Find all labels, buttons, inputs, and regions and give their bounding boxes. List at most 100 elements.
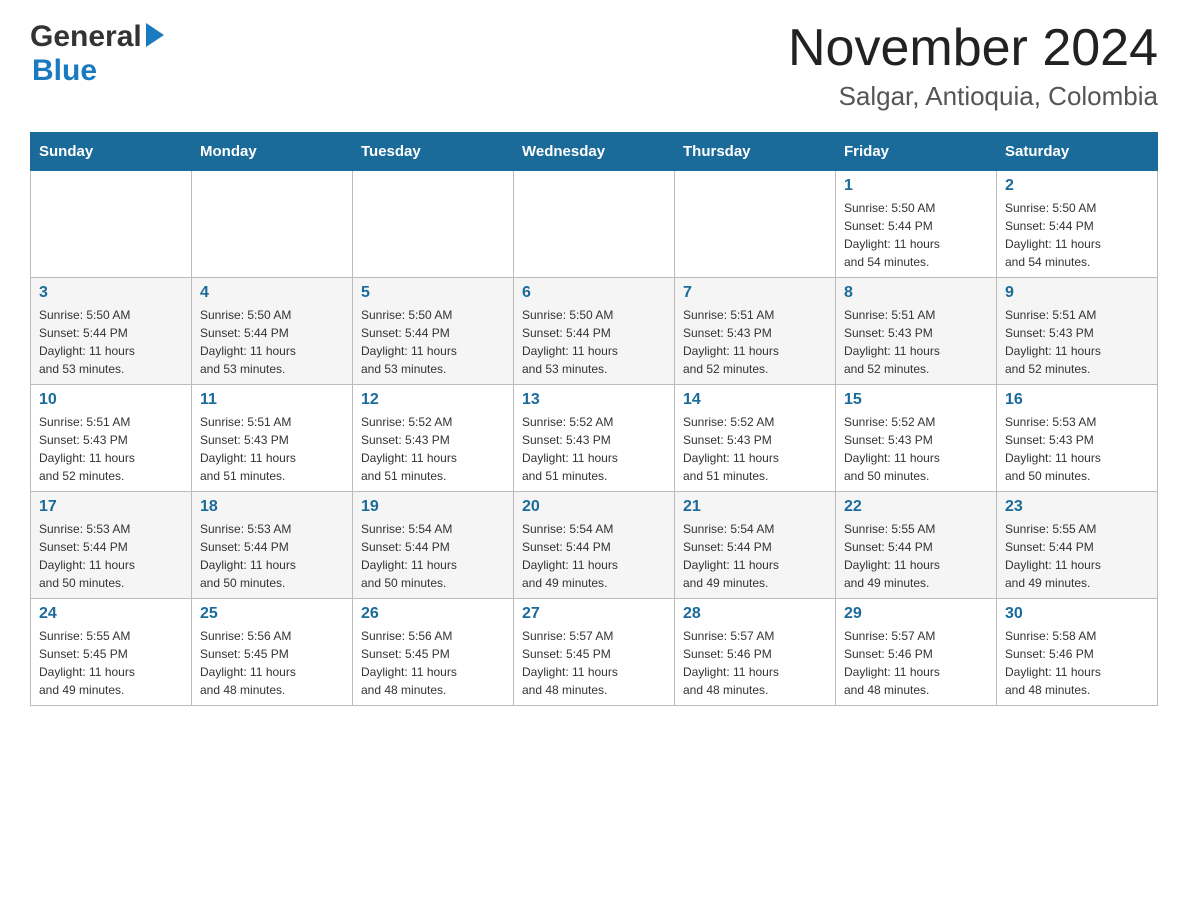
calendar-day-cell xyxy=(192,171,353,278)
calendar-day-cell: 25Sunrise: 5:56 AMSunset: 5:45 PMDayligh… xyxy=(192,599,353,706)
logo-general-text: General xyxy=(30,20,142,54)
day-number: 1 xyxy=(844,177,988,195)
day-info: Sunrise: 5:57 AMSunset: 5:46 PMDaylight:… xyxy=(844,627,988,699)
calendar-body: 1 Sunrise: 5:50 AMSunset: 5:44 PMDaylight… xyxy=(31,171,1158,706)
day-number: 17 xyxy=(39,498,183,516)
calendar-weekday-header: Monday xyxy=(192,133,353,171)
day-number: 8 xyxy=(844,284,988,302)
day-number: 3 xyxy=(39,284,183,302)
calendar-day-cell: 6 Sunrise: 5:50 AMSunset: 5:44 PMDaylight… xyxy=(514,278,675,385)
calendar-day-cell: 19 Sunrise: 5:54 AMSunset: 5:44 PMDayligh… xyxy=(353,492,514,599)
day-number: 16 xyxy=(1005,391,1149,409)
day-info: Sunrise: 5:53 AMSunset: 5:44 PMDaylight:… xyxy=(39,520,183,592)
calendar-table: SundayMondayTuesdayWednesdayThursdayFrid… xyxy=(30,132,1158,706)
calendar-day-cell: 13 Sunrise: 5:52 AMSunset: 5:43 PMDayligh… xyxy=(514,385,675,492)
day-number: 21 xyxy=(683,498,827,516)
calendar-day-cell: 21 Sunrise: 5:54 AMSunset: 5:44 PMDayligh… xyxy=(675,492,836,599)
day-number: 10 xyxy=(39,391,183,409)
day-info: Sunrise: 5:55 AMSunset: 5:44 PMDaylight:… xyxy=(1005,520,1149,592)
day-info: Sunrise: 5:57 AMSunset: 5:45 PMDaylight:… xyxy=(522,627,666,699)
calendar-day-cell: 26Sunrise: 5:56 AMSunset: 5:45 PMDayligh… xyxy=(353,599,514,706)
day-info: Sunrise: 5:50 AMSunset: 5:44 PMDaylight:… xyxy=(844,199,988,271)
calendar-day-cell: 11Sunrise: 5:51 AMSunset: 5:43 PMDayligh… xyxy=(192,385,353,492)
day-number: 13 xyxy=(522,391,666,409)
day-info: Sunrise: 5:53 AMSunset: 5:43 PMDaylight:… xyxy=(1005,413,1149,485)
day-number: 27 xyxy=(522,605,666,623)
calendar-week-row: 3 Sunrise: 5:50 AMSunset: 5:44 PMDaylight… xyxy=(31,278,1158,385)
logo-blue-text: Blue xyxy=(32,54,97,88)
calendar-weekday-header: Wednesday xyxy=(514,133,675,171)
day-number: 5 xyxy=(361,284,505,302)
day-info: Sunrise: 5:55 AMSunset: 5:45 PMDaylight:… xyxy=(39,627,183,699)
day-number: 22 xyxy=(844,498,988,516)
calendar-day-cell: 15 Sunrise: 5:52 AMSunset: 5:43 PMDayligh… xyxy=(836,385,997,492)
calendar-day-cell: 29 Sunrise: 5:57 AMSunset: 5:46 PMDayligh… xyxy=(836,599,997,706)
day-number: 15 xyxy=(844,391,988,409)
calendar-day-cell: 5Sunrise: 5:50 AMSunset: 5:44 PMDaylight… xyxy=(353,278,514,385)
logo: General Blue xyxy=(30,20,164,88)
calendar-day-cell: 12 Sunrise: 5:52 AMSunset: 5:43 PMDayligh… xyxy=(353,385,514,492)
calendar-day-cell: 18 Sunrise: 5:53 AMSunset: 5:44 PMDayligh… xyxy=(192,492,353,599)
calendar-weekday-header: Thursday xyxy=(675,133,836,171)
calendar-weekday-header: Friday xyxy=(836,133,997,171)
calendar-weekday-header: Saturday xyxy=(997,133,1158,171)
day-info: Sunrise: 5:52 AMSunset: 5:43 PMDaylight:… xyxy=(844,413,988,485)
day-info: Sunrise: 5:55 AMSunset: 5:44 PMDaylight:… xyxy=(844,520,988,592)
day-number: 24 xyxy=(39,605,183,623)
calendar-week-row: 24 Sunrise: 5:55 AMSunset: 5:45 PMDayligh… xyxy=(31,599,1158,706)
calendar-day-cell: 4Sunrise: 5:50 AMSunset: 5:44 PMDaylight… xyxy=(192,278,353,385)
day-number: 23 xyxy=(1005,498,1149,516)
location-title: Salgar, Antioquia, Colombia xyxy=(788,81,1158,112)
calendar-weekday-header: Tuesday xyxy=(353,133,514,171)
day-info: Sunrise: 5:50 AMSunset: 5:44 PMDaylight:… xyxy=(522,306,666,378)
calendar-day-cell xyxy=(353,171,514,278)
day-info: Sunrise: 5:53 AMSunset: 5:44 PMDaylight:… xyxy=(200,520,344,592)
day-number: 18 xyxy=(200,498,344,516)
header: General Blue November 2024 Salgar, Antio… xyxy=(30,20,1158,112)
day-info: Sunrise: 5:58 AMSunset: 5:46 PMDaylight:… xyxy=(1005,627,1149,699)
day-number: 12 xyxy=(361,391,505,409)
month-title: November 2024 xyxy=(788,20,1158,77)
calendar-day-cell xyxy=(675,171,836,278)
day-info: Sunrise: 5:54 AMSunset: 5:44 PMDaylight:… xyxy=(361,520,505,592)
calendar-day-cell: 23 Sunrise: 5:55 AMSunset: 5:44 PMDayligh… xyxy=(997,492,1158,599)
day-number: 28 xyxy=(683,605,827,623)
day-number: 20 xyxy=(522,498,666,516)
day-info: Sunrise: 5:51 AMSunset: 5:43 PMDaylight:… xyxy=(200,413,344,485)
calendar-week-row: 10 Sunrise: 5:51 AMSunset: 5:43 PMDayligh… xyxy=(31,385,1158,492)
calendar-day-cell: 28 Sunrise: 5:57 AMSunset: 5:46 PMDayligh… xyxy=(675,599,836,706)
day-info: Sunrise: 5:50 AMSunset: 5:44 PMDaylight:… xyxy=(39,306,183,378)
day-number: 30 xyxy=(1005,605,1149,623)
calendar-day-cell: 27 Sunrise: 5:57 AMSunset: 5:45 PMDayligh… xyxy=(514,599,675,706)
calendar-header-row: SundayMondayTuesdayWednesdayThursdayFrid… xyxy=(31,133,1158,171)
calendar-day-cell: 1 Sunrise: 5:50 AMSunset: 5:44 PMDaylight… xyxy=(836,171,997,278)
day-number: 14 xyxy=(683,391,827,409)
day-info: Sunrise: 5:50 AMSunset: 5:44 PMDaylight:… xyxy=(1005,199,1149,271)
calendar-day-cell: 17 Sunrise: 5:53 AMSunset: 5:44 PMDayligh… xyxy=(31,492,192,599)
day-number: 19 xyxy=(361,498,505,516)
logo-arrow-icon xyxy=(146,23,164,47)
day-number: 29 xyxy=(844,605,988,623)
calendar-day-cell: 20Sunrise: 5:54 AMSunset: 5:44 PMDayligh… xyxy=(514,492,675,599)
calendar-day-cell: 22 Sunrise: 5:55 AMSunset: 5:44 PMDayligh… xyxy=(836,492,997,599)
day-number: 6 xyxy=(522,284,666,302)
day-number: 25 xyxy=(200,605,344,623)
day-info: Sunrise: 5:50 AMSunset: 5:44 PMDaylight:… xyxy=(200,306,344,378)
calendar-week-row: 1 Sunrise: 5:50 AMSunset: 5:44 PMDaylight… xyxy=(31,171,1158,278)
calendar-day-cell: 16 Sunrise: 5:53 AMSunset: 5:43 PMDayligh… xyxy=(997,385,1158,492)
calendar-day-cell: 7Sunrise: 5:51 AMSunset: 5:43 PMDaylight… xyxy=(675,278,836,385)
calendar-day-cell: 8Sunrise: 5:51 AMSunset: 5:43 PMDaylight… xyxy=(836,278,997,385)
day-info: Sunrise: 5:52 AMSunset: 5:43 PMDaylight:… xyxy=(683,413,827,485)
calendar-day-cell: 24 Sunrise: 5:55 AMSunset: 5:45 PMDayligh… xyxy=(31,599,192,706)
day-info: Sunrise: 5:54 AMSunset: 5:44 PMDaylight:… xyxy=(683,520,827,592)
calendar-week-row: 17 Sunrise: 5:53 AMSunset: 5:44 PMDayligh… xyxy=(31,492,1158,599)
calendar-day-cell: 3 Sunrise: 5:50 AMSunset: 5:44 PMDaylight… xyxy=(31,278,192,385)
day-info: Sunrise: 5:57 AMSunset: 5:46 PMDaylight:… xyxy=(683,627,827,699)
day-info: Sunrise: 5:52 AMSunset: 5:43 PMDaylight:… xyxy=(361,413,505,485)
calendar-day-cell: 9Sunrise: 5:51 AMSunset: 5:43 PMDaylight… xyxy=(997,278,1158,385)
calendar-day-cell: 30 Sunrise: 5:58 AMSunset: 5:46 PMDayligh… xyxy=(997,599,1158,706)
day-info: Sunrise: 5:52 AMSunset: 5:43 PMDaylight:… xyxy=(522,413,666,485)
calendar-day-cell: 2Sunrise: 5:50 AMSunset: 5:44 PMDaylight… xyxy=(997,171,1158,278)
calendar-weekday-header: Sunday xyxy=(31,133,192,171)
day-info: Sunrise: 5:51 AMSunset: 5:43 PMDaylight:… xyxy=(1005,306,1149,378)
